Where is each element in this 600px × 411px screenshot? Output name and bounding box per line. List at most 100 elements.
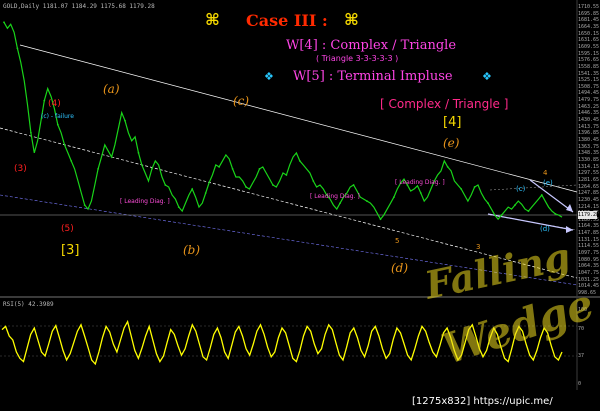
price-point	[164, 184, 167, 186]
wave-label-3-small: 3	[476, 243, 481, 251]
price-point	[393, 196, 395, 199]
price-point	[460, 188, 463, 190]
wave-label-e-small: (e)	[543, 179, 553, 187]
price-tick-label: 1214.15	[578, 203, 600, 210]
price-point	[379, 218, 382, 221]
chart-window: GOLD,Daily 1181.07 1184.29 1175.68 1179.…	[0, 0, 600, 411]
price-tick-label: 1710.55	[578, 4, 600, 10]
price-point	[487, 202, 489, 205]
price-point	[339, 202, 341, 205]
wave-label-5-small: 5	[395, 237, 400, 245]
price-tick-label: 1131.15	[578, 236, 600, 243]
price-tick-label: 1396.85	[578, 130, 600, 137]
price-tick-label: 1230.45	[578, 196, 600, 203]
price-tick-label: 1576.65	[578, 57, 600, 64]
price-point	[514, 204, 516, 207]
price-point	[312, 180, 315, 182]
price-point	[473, 186, 476, 188]
price-tick-label: 1380.45	[578, 137, 600, 144]
price-point	[258, 168, 261, 170]
wave4-sub-label: ( Triangle 3-3-3-3-3 )	[316, 54, 399, 63]
price-tick-label: 1247.85	[578, 190, 600, 197]
price-point	[366, 200, 368, 203]
price-point	[191, 188, 194, 190]
price-point	[56, 123, 59, 126]
wave-label-b: (b)	[183, 243, 201, 257]
current-price-tag: 1179.28	[578, 211, 600, 219]
wave-label-c-small: (c)	[516, 185, 526, 193]
price-point	[97, 168, 99, 170]
rsi-tick-0: 0	[578, 381, 582, 387]
price-point	[554, 213, 557, 215]
price-point	[137, 152, 140, 154]
price-point	[272, 184, 274, 186]
price-tick-label: 1348.35	[578, 150, 600, 157]
wave-label-e: (e)	[443, 136, 460, 150]
price-tick-label: 1147.85	[578, 230, 600, 237]
price-tick-label: 1664.35	[578, 23, 600, 30]
wave4-label: W[4] : Complex / Triangle	[286, 38, 457, 53]
diamond-icon-right: ❖	[482, 70, 492, 83]
price-point	[218, 166, 221, 168]
price-tick-label: 1297.55	[578, 170, 600, 177]
price-tick-label: 1463.25	[578, 103, 600, 110]
price-tick-label: 1558.85	[578, 63, 600, 70]
price-tick-label: 1363.75	[578, 143, 600, 150]
price-point	[204, 192, 207, 194]
footer-credit[interactable]: [1275x832] https://upic.me/	[412, 396, 553, 407]
price-point	[177, 206, 180, 209]
price-tick-label: 1314.15	[578, 163, 600, 170]
cmd-icon-right: ⌘	[344, 10, 359, 29]
price-tick-label: 1681.45	[578, 17, 600, 24]
price-tick-label: 1330.85	[578, 156, 600, 163]
price-point	[419, 192, 422, 194]
price-point	[110, 156, 113, 158]
wave-label-red-3: (3)	[14, 164, 27, 174]
price-tick-label: 1631.65	[578, 37, 600, 44]
price-tick-label: 1097.75	[578, 250, 600, 257]
wave-label-a: (a)	[103, 82, 120, 96]
wave-label-red-5: (5)	[61, 224, 74, 234]
wave-label-d-small: (d)	[540, 225, 550, 233]
price-tick-label: 1525.15	[578, 77, 600, 84]
wave-label-3-major: [3]	[61, 243, 80, 258]
price-point	[30, 131, 32, 134]
price-tick-label: 1080.95	[578, 256, 600, 263]
diamond-icon-left: ❖	[264, 70, 274, 83]
price-point	[124, 119, 126, 122]
price-tick-label: 1114.55	[578, 243, 600, 250]
leading-diag-3: [ Leading Diag. ]	[120, 198, 170, 205]
bracket-label: [ Complex / Triangle ]	[380, 97, 509, 111]
price-tick-label: 1609.55	[578, 43, 600, 50]
leading-diag-2: [ Leading Diag. ]	[310, 193, 360, 200]
price-point	[151, 168, 153, 170]
price-point	[83, 204, 86, 207]
price-tick-label: 1695.85	[578, 10, 600, 17]
price-point	[70, 160, 73, 162]
cmd-icon-left: ⌘	[205, 10, 220, 29]
symbol-info: GOLD,Daily 1181.07 1184.29 1175.68 1179.…	[3, 3, 155, 10]
price-tick-label: 1479.75	[578, 97, 600, 104]
price-point	[3, 21, 5, 24]
price-point	[298, 160, 301, 162]
wave-label-4-small: 4	[543, 169, 548, 177]
price-tick-label: 1281.65	[578, 176, 600, 183]
wave-label-red-4: (4)	[48, 99, 61, 109]
price-point	[245, 186, 247, 188]
price-point	[43, 99, 46, 102]
price-point	[540, 194, 543, 196]
price-tick-label: 1047.75	[578, 270, 600, 277]
price-point	[231, 168, 234, 170]
leading-diag-1: [ Leading Diag. ]	[395, 179, 445, 186]
rsi-tick-37: 37	[578, 353, 585, 359]
price-tick-label: 1541.35	[578, 70, 600, 77]
price-tick-label: 1064.35	[578, 263, 600, 270]
price-point	[352, 184, 355, 186]
price-tick-label: 1264.65	[578, 183, 600, 190]
wave-label-d: (d)	[391, 261, 409, 275]
wave-label-c: (c)	[233, 94, 250, 108]
price-point	[500, 214, 503, 217]
price-point	[446, 166, 449, 168]
price-point	[285, 174, 288, 176]
price-tick-label: 1595.15	[578, 50, 600, 57]
